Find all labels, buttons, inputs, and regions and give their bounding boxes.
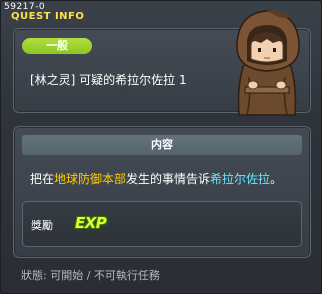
objective-middle: 发生的事情告诉 xyxy=(126,172,211,186)
objective-suffix: 。 xyxy=(270,172,283,186)
quest-status: 狀態: 可開始 / 不可執行任務 xyxy=(21,269,160,282)
category-badge: 一般 xyxy=(22,38,92,54)
quest-objective: 把在地球防御本部发生的事情告诉希拉尔佐拉。 xyxy=(30,170,282,187)
quest-content-panel: 内容 把在地球防御本部发生的事情告诉希拉尔佐拉。 獎勵 EXP xyxy=(13,126,311,258)
objective-npc-link[interactable]: 希拉尔佐拉 xyxy=(210,172,270,186)
exp-icon: EXP xyxy=(75,214,107,232)
objective-prefix: 把在 xyxy=(30,172,55,186)
objective-place-link[interactable]: 地球防御本部 xyxy=(54,172,126,186)
quest-info-window: 59217-0 QUEST INFO 一般 [林之灵] 可疑的希拉尔佐拉 1 内… xyxy=(0,0,322,294)
reward-label: 獎勵 xyxy=(31,219,53,232)
quest-title: [林之灵] 可疑的希拉尔佐拉 1 xyxy=(30,73,187,87)
reward-box: 獎勵 EXP xyxy=(22,201,302,247)
window-title: QUEST INFO xyxy=(11,11,85,22)
content-section-header: 内容 xyxy=(22,135,302,155)
npc-hooded-figure-portrait xyxy=(236,10,300,116)
